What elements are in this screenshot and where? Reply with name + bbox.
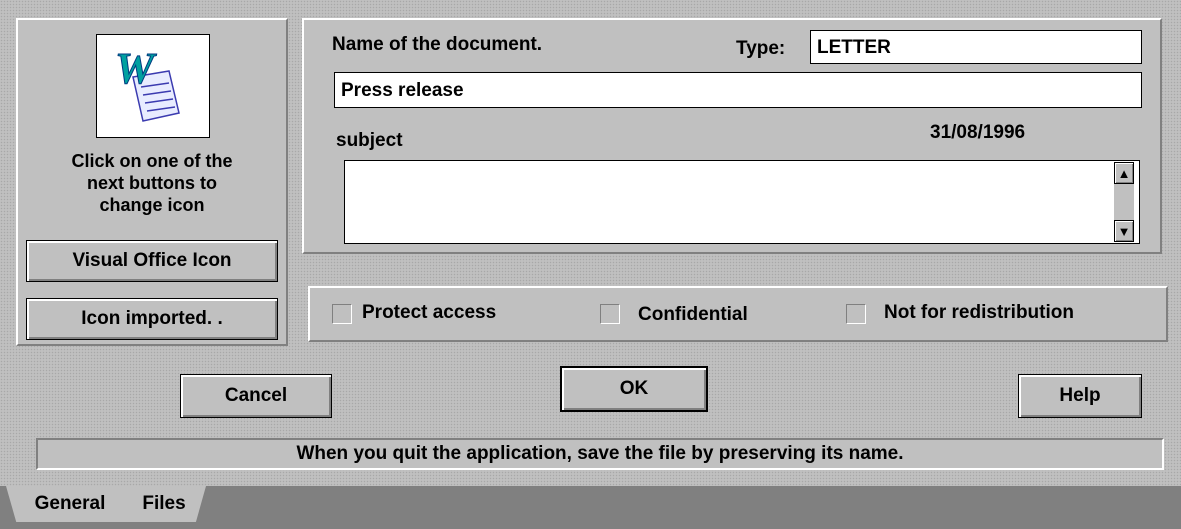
subject-label: subject [336, 130, 403, 151]
arrow-down-icon[interactable]: ▼ [1114, 220, 1134, 242]
document-name-field[interactable]: Press release [334, 72, 1142, 108]
visual-office-icon-button[interactable]: Visual Office Icon [26, 240, 278, 282]
icon-panel: W Click on one of the next buttons to ch… [16, 18, 288, 346]
instruction-line-3: change icon [99, 195, 205, 215]
status-bar: When you quit the application, save the … [36, 438, 1164, 470]
arrow-up-icon[interactable]: ▲ [1114, 162, 1134, 184]
protect-access-label: Protect access [362, 302, 497, 323]
document-date: 31/08/1996 [930, 122, 1026, 143]
tab-general-label: General [34, 493, 106, 514]
instruction-line-2: next buttons to [87, 173, 217, 193]
subject-scrollbar[interactable]: ▲ ▼ [1114, 162, 1134, 242]
not-for-redistribution-checkbox[interactable] [846, 304, 866, 324]
subject-textarea[interactable] [344, 160, 1140, 244]
type-label: Type: [736, 38, 786, 59]
cancel-button[interactable]: Cancel [180, 374, 332, 418]
instruction-text: Click on one of the next buttons to chan… [18, 150, 286, 216]
word-document-icon: W [115, 44, 180, 122]
confidential-checkbox[interactable] [600, 304, 620, 324]
svg-text:W: W [115, 44, 157, 93]
not-for-redistribution-label: Not for redistribution [884, 302, 1074, 323]
help-button[interactable]: Help [1018, 374, 1142, 418]
tab-files[interactable]: Files [122, 486, 206, 522]
confidential-label: Confidential [638, 304, 748, 325]
tab-general[interactable]: General [6, 486, 134, 522]
document-properties-dialog: W Click on one of the next buttons to ch… [0, 0, 1181, 486]
instruction-line-1: Click on one of the [71, 151, 233, 171]
type-field[interactable]: LETTER [810, 30, 1142, 64]
protect-access-checkbox[interactable] [332, 304, 352, 324]
icon-imported-button[interactable]: Icon imported. . [26, 298, 278, 340]
tab-files-label: Files [142, 493, 186, 514]
document-icon-frame: W [96, 34, 210, 138]
document-name-label: Name of the document. [332, 34, 543, 55]
ok-button[interactable]: OK [560, 366, 708, 412]
status-text: When you quit the application, save the … [296, 443, 904, 464]
document-info-panel: Name of the document. Type: LETTER Press… [302, 18, 1162, 254]
options-panel: Protect access Confidential Not for redi… [308, 286, 1168, 342]
